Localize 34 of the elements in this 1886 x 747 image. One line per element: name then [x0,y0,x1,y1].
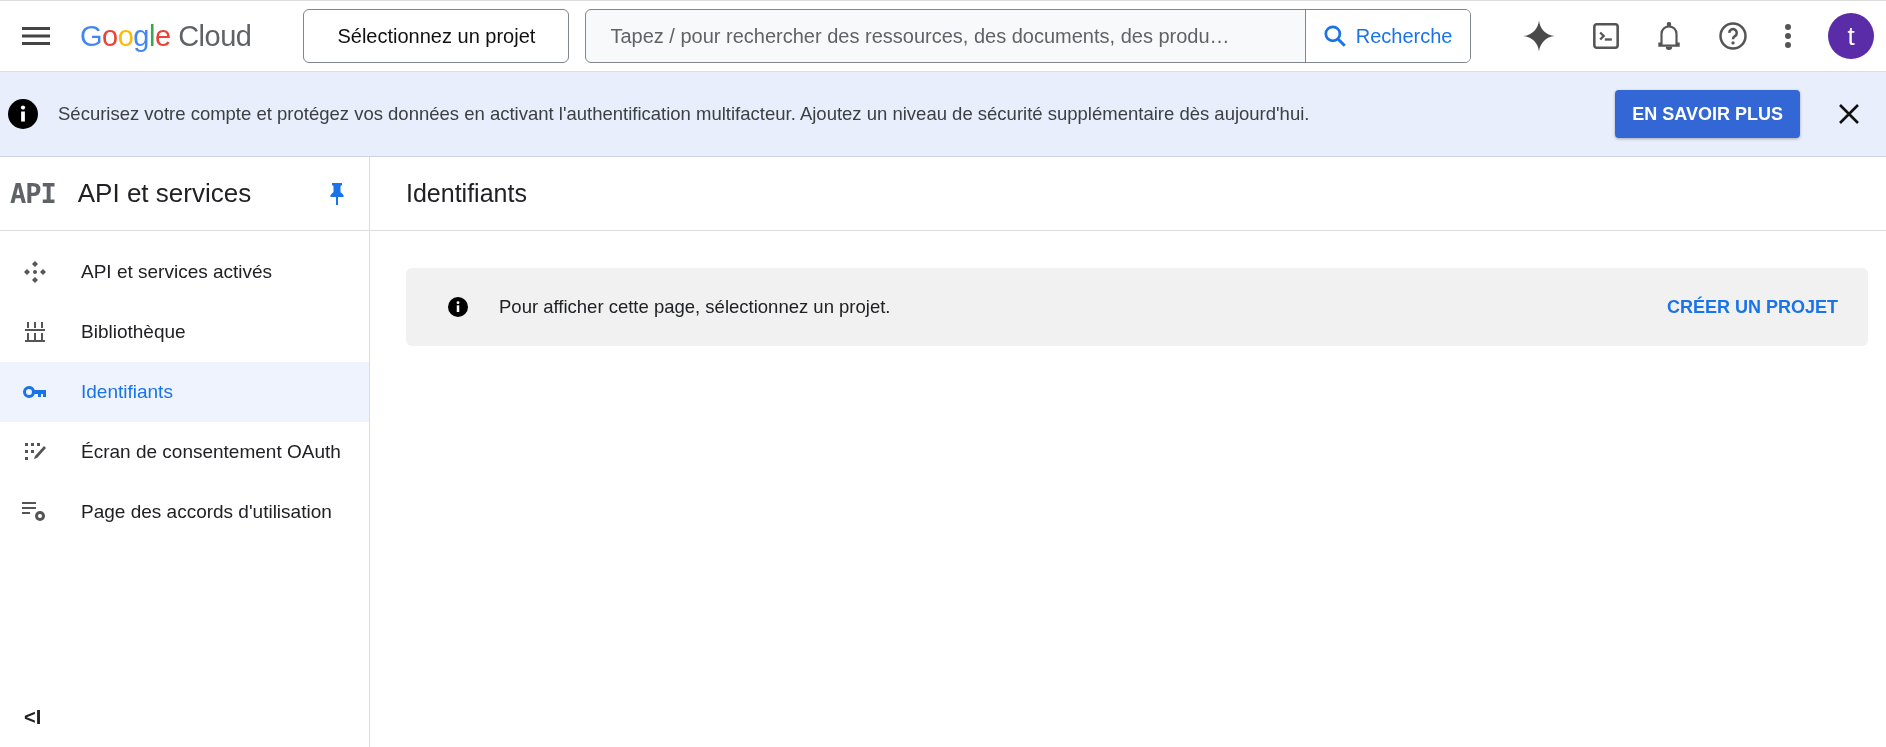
project-picker-button[interactable]: Sélectionnez un projet [303,9,570,63]
diamond-dots-icon [23,260,47,284]
sidebar-item[interactable]: Bibliothèque [0,302,369,362]
dotted-pencil-icon [24,442,46,462]
page-title: Identifiants [406,179,527,208]
terminal-icon[interactable] [1592,22,1620,50]
sidebar-title: API et services [77,178,252,209]
help-icon[interactable] [1718,21,1748,51]
account-avatar[interactable]: t [1828,13,1874,59]
pin-icon[interactable] [329,181,345,206]
search-field[interactable]: Tapez / pour rechercher des ressources, des documents, des produ… Recherche [585,9,1472,63]
sparkle-icon[interactable] [1522,19,1556,53]
info-icon [448,297,468,317]
notifications-icon[interactable] [1656,21,1682,51]
search-icon [1321,23,1348,49]
sidebar-item[interactable]: API et services activés [0,242,369,302]
banner-message: Sécurisez votre compte et protégez vos données en activant l'authentification multifacteur. Ajoutez un niveau de sécurité supplémentaire dès aujourd'hui. [58,103,1310,125]
close-icon[interactable] [1838,103,1860,125]
notice-message: Pour afficher cette page, sélectionnez un projet. [499,296,891,318]
more-options-icon[interactable] [1784,23,1792,49]
google-cloud-logo[interactable]: Google Cloud [80,19,252,53]
collapse-sidebar-button[interactable]: <I [20,702,46,733]
library-icon [25,321,45,343]
learn-more-button[interactable]: EN SAVOIR PLUS [1615,90,1800,138]
sidebar-item[interactable]: Écran de consentement OAuth [0,422,369,482]
api-logo: API [10,178,56,209]
info-icon [8,99,38,129]
menu-icon[interactable] [22,26,50,46]
sidebar-item[interactable]: Page des accords d'utilisation [0,482,369,542]
list-settings-icon [22,501,48,523]
key-icon [23,385,47,399]
create-project-button[interactable]: CRÉER UN PROJET [1660,295,1844,319]
sidebar-item[interactable]: Identifiants [0,362,369,422]
search-button[interactable]: Recherche [1304,10,1471,62]
